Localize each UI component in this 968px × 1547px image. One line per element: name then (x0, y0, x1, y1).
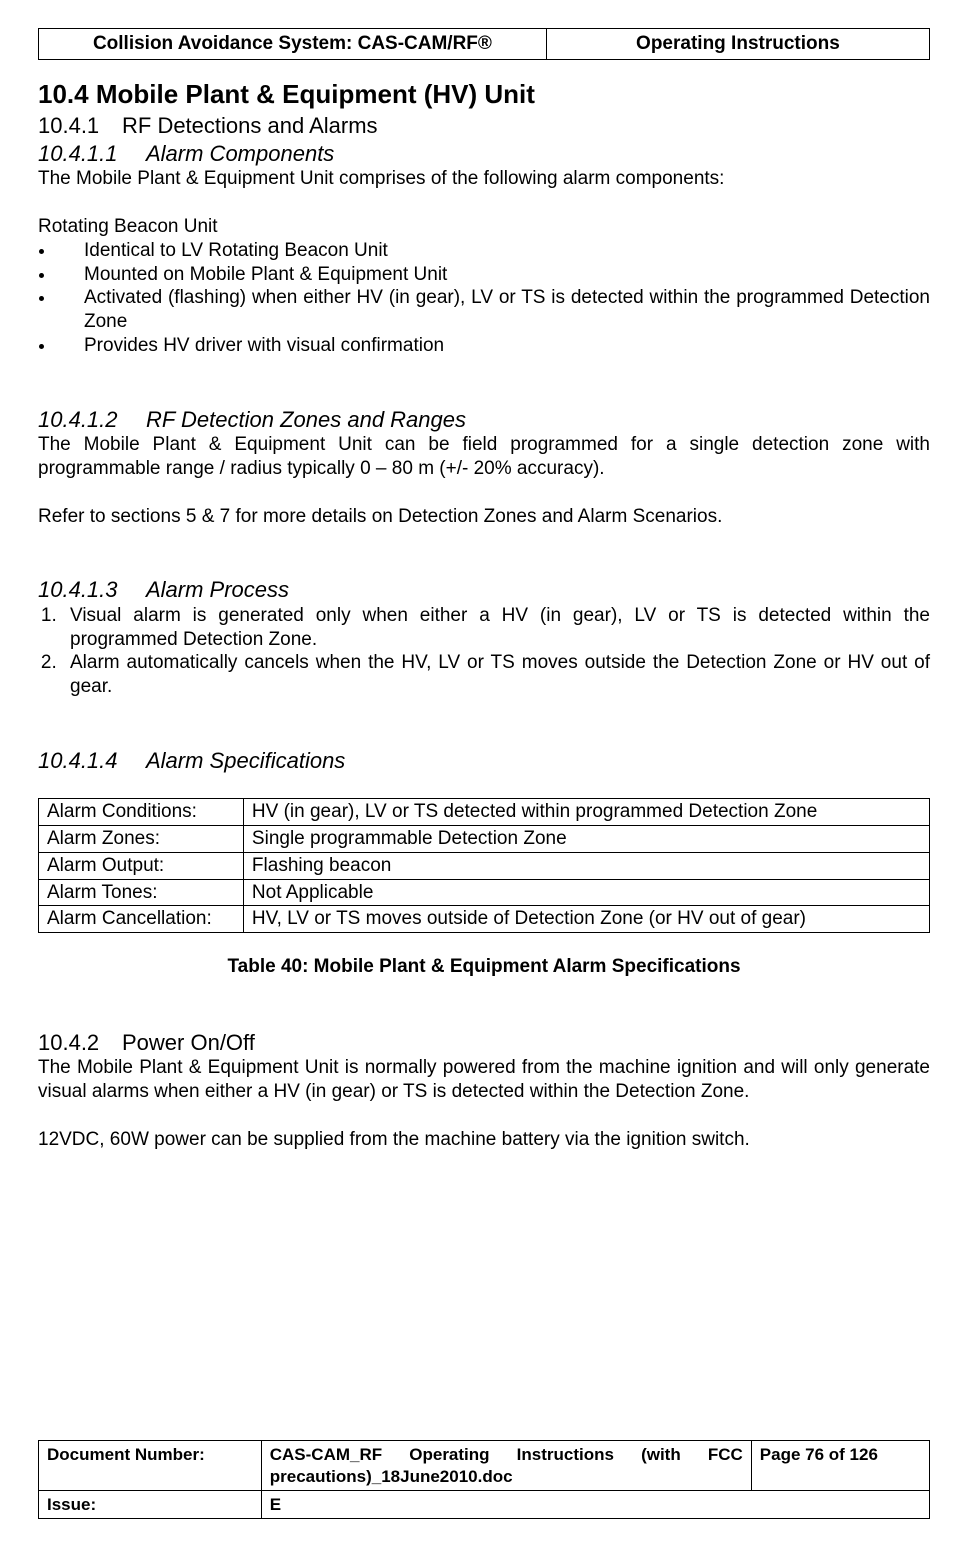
para-10-4-2b: 12VDC, 60W power can be supplied from th… (38, 1128, 930, 1152)
table-caption: Table 40: Mobile Plant & Equipment Alarm… (38, 955, 930, 979)
heading-num: 10.4.1.4 (38, 747, 146, 775)
header-right: Operating Instructions (546, 29, 929, 60)
table-row: Alarm Output:Flashing beacon (39, 852, 930, 879)
heading-title: Mobile Plant & Equipment (HV) Unit (96, 79, 535, 109)
list-item: Visual alarm is generated only when eith… (62, 604, 930, 652)
alarm-spec-table: Alarm Conditions:HV (in gear), LV or TS … (38, 798, 930, 933)
para-10-4-1-2a: The Mobile Plant & Equipment Unit can be… (38, 433, 930, 481)
heading-title: Alarm Components (146, 141, 334, 166)
heading-10-4-1-1: 10.4.1.1Alarm Components (38, 140, 930, 168)
list-item: Alarm automatically cancels when the HV,… (62, 651, 930, 699)
table-row: Alarm Tones:Not Applicable (39, 879, 930, 906)
list-item: Identical to LV Rotating Beacon Unit (56, 239, 930, 263)
docnum-value: CAS-CAM_RF Operating Instructions (with … (261, 1441, 751, 1491)
heading-10-4-1-4: 10.4.1.4Alarm Specifications (38, 747, 930, 775)
header-left: Collision Avoidance System: CAS-CAM/RF® (39, 29, 547, 60)
heading-title: Alarm Process (146, 577, 289, 602)
heading-title: RF Detections and Alarms (122, 113, 378, 138)
para-10-4-2a: The Mobile Plant & Equipment Unit is nor… (38, 1056, 930, 1104)
heading-num: 10.4.1.2 (38, 406, 146, 434)
beacon-heading: Rotating Beacon Unit (38, 215, 930, 239)
heading-num: 10.4.1 (38, 112, 122, 140)
table-row: Alarm Zones:Single programmable Detectio… (39, 826, 930, 853)
heading-num: 10.4 (38, 79, 89, 109)
list-item: Mounted on Mobile Plant & Equipment Unit (56, 263, 930, 287)
intro-10-4-1-1: The Mobile Plant & Equipment Unit compri… (38, 167, 930, 191)
heading-10-4: 10.4 Mobile Plant & Equipment (HV) Unit (38, 78, 930, 111)
heading-10-4-1-2: 10.4.1.2RF Detection Zones and Ranges (38, 406, 930, 434)
table-row: Alarm Conditions:HV (in gear), LV or TS … (39, 799, 930, 826)
table-row: Alarm Cancellation:HV, LV or TS moves ou… (39, 906, 930, 933)
list-item: Activated (flashing) when either HV (in … (56, 286, 930, 334)
heading-10-4-1: 10.4.1RF Detections and Alarms (38, 112, 930, 140)
para-10-4-1-2b: Refer to sections 5 & 7 for more details… (38, 505, 930, 529)
heading-title: RF Detection Zones and Ranges (146, 407, 466, 432)
heading-title: Power On/Off (122, 1030, 255, 1055)
heading-title: Alarm Specifications (146, 748, 345, 773)
heading-10-4-1-3: 10.4.1.3Alarm Process (38, 576, 930, 604)
issue-value: E (261, 1490, 929, 1518)
alarm-process-list: Visual alarm is generated only when eith… (38, 604, 930, 699)
page-header-table: Collision Avoidance System: CAS-CAM/RF® … (38, 28, 930, 60)
docnum-label: Document Number: (39, 1441, 262, 1491)
heading-num: 10.4.1.3 (38, 576, 146, 604)
heading-num: 10.4.1.1 (38, 140, 146, 168)
beacon-bullets: Identical to LV Rotating Beacon Unit Mou… (38, 239, 930, 358)
heading-num: 10.4.2 (38, 1029, 122, 1057)
page-footer-table: Document Number: CAS-CAM_RF Operating In… (38, 1440, 930, 1519)
issue-label: Issue: (39, 1490, 262, 1518)
page-number: Page 76 of 126 (751, 1441, 929, 1491)
heading-10-4-2: 10.4.2Power On/Off (38, 1029, 930, 1057)
list-item: Provides HV driver with visual confirmat… (56, 334, 930, 358)
